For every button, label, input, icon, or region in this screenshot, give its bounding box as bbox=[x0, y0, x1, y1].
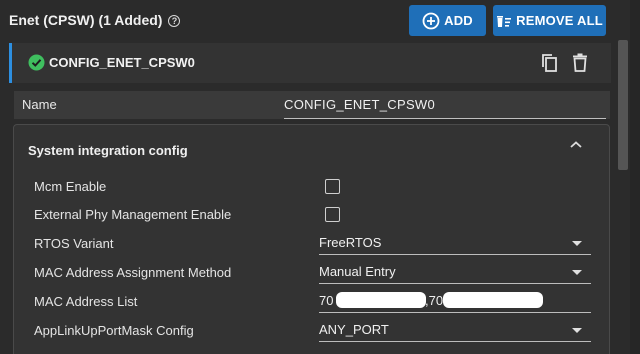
field-label-mcm-enable: Mcm Enable bbox=[34, 179, 107, 194]
config-list-item[interactable]: CONFIG_ENET_CPSW0 bbox=[9, 43, 611, 83]
field-label-rtos-variant: RTOS Variant bbox=[34, 236, 114, 251]
name-input[interactable]: CONFIG_ENET_CPSW0 bbox=[284, 97, 606, 119]
window-edge bbox=[630, 0, 640, 354]
applinkup-value: ANY_PORT bbox=[319, 322, 389, 337]
field-label-mac-list: MAC Address List bbox=[34, 294, 138, 309]
external-phy-checkbox[interactable] bbox=[325, 207, 340, 222]
mac-assignment-value: Manual Entry bbox=[319, 264, 396, 279]
remove-all-icon bbox=[497, 15, 512, 27]
mac-assignment-select[interactable]: Manual Entry bbox=[319, 260, 591, 284]
system-integration-panel: System integration config Mcm Enable Ext… bbox=[13, 124, 610, 354]
chevron-down-icon bbox=[572, 328, 582, 333]
config-name-text: CONFIG_ENET_CPSW0 bbox=[49, 55, 195, 70]
chevron-down-icon bbox=[572, 270, 582, 275]
remove-all-button-label: REMOVE ALL bbox=[516, 13, 603, 28]
chevron-up-icon[interactable] bbox=[568, 139, 584, 151]
field-label-applinkup: AppLinkUpPortMask Config bbox=[34, 323, 194, 338]
section-title: System integration config bbox=[28, 143, 188, 158]
redaction-mark bbox=[443, 292, 543, 308]
check-circle-icon bbox=[28, 54, 45, 71]
add-button[interactable]: ADD bbox=[409, 5, 486, 36]
name-field-row: Name CONFIG_ENET_CPSW0 bbox=[14, 91, 610, 119]
rtos-variant-select[interactable]: FreeRTOS bbox=[319, 231, 591, 255]
config-name: CONFIG_ENET_CPSW0 bbox=[28, 54, 195, 71]
chevron-down-icon bbox=[572, 241, 582, 246]
help-icon[interactable]: ? bbox=[168, 15, 181, 27]
mac-address-part-2: ,70 bbox=[425, 293, 444, 308]
page-title-text: Enet (CPSW) (1 Added) bbox=[9, 12, 163, 28]
redaction-mark bbox=[336, 292, 426, 308]
mac-address-input[interactable]: 70 ,70 bbox=[319, 289, 591, 313]
field-label-mac-assignment: MAC Address Assignment Method bbox=[34, 265, 232, 280]
scrollbar-thumb[interactable] bbox=[618, 40, 628, 170]
applinkup-select[interactable]: ANY_PORT bbox=[319, 318, 591, 342]
trash-icon[interactable] bbox=[572, 53, 588, 72]
field-label-external-phy: External Phy Management Enable bbox=[34, 207, 232, 222]
mac-address-part-1: 70 bbox=[319, 293, 334, 308]
remove-all-button[interactable]: REMOVE ALL bbox=[493, 5, 606, 36]
add-circle-icon bbox=[422, 12, 440, 29]
page-title: Enet (CPSW) (1 Added) ? bbox=[9, 12, 181, 28]
add-button-label: ADD bbox=[444, 13, 473, 28]
mcm-enable-checkbox[interactable] bbox=[325, 179, 340, 194]
name-label: Name bbox=[22, 97, 57, 112]
header: Enet (CPSW) (1 Added) ? ADD REMOVE ALL bbox=[0, 0, 640, 40]
rtos-variant-value: FreeRTOS bbox=[319, 235, 382, 250]
copy-icon[interactable] bbox=[541, 53, 559, 73]
